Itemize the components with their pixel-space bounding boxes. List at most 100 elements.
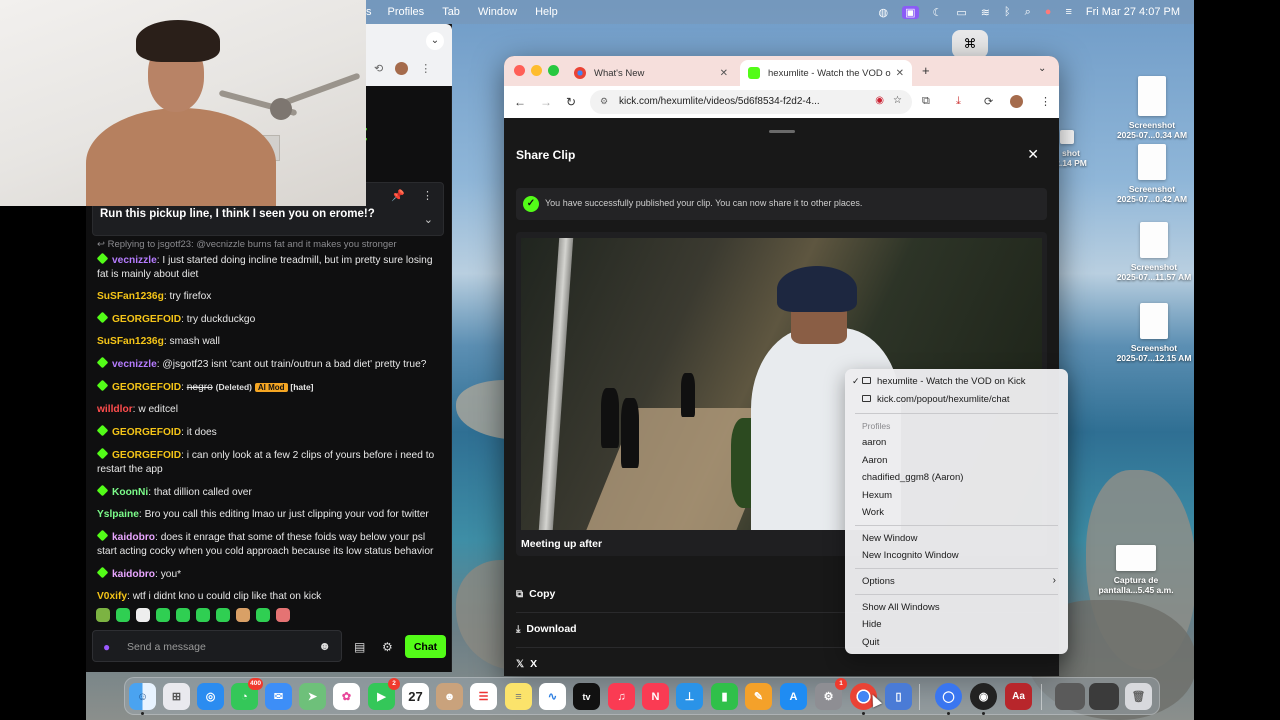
chat-message[interactable]: vecnizzle: I just started doing incline … [96, 252, 442, 282]
desktop-file[interactable]: Captura de pantalla...5.45 a.m. [1096, 545, 1176, 595]
menu-profile-item[interactable]: aaron [862, 437, 886, 448]
chat-username[interactable]: GEORGEFOID [112, 450, 181, 461]
tab-dropdown-icon[interactable]: ⌄ [426, 32, 444, 50]
trash-icon[interactable]: 🗑 [1125, 683, 1152, 710]
drag-handle[interactable] [769, 130, 795, 133]
menu-new-window[interactable]: New Window [862, 533, 917, 544]
tab-whats-new[interactable]: What's New ✕ [566, 60, 736, 86]
menu-options[interactable]: Options [862, 576, 895, 587]
chat-message[interactable]: GEORGEFOID: negro (Deleted) AI Mod [hate… [96, 379, 442, 395]
desktop-file[interactable]: Screenshot 2025-07...12.15 AM [1114, 303, 1194, 363]
extension-icon[interactable]: ⟲ [374, 62, 383, 75]
bluetooth-icon[interactable]: ᛒ [1004, 6, 1011, 18]
menu-profile-item[interactable]: Hexum [862, 490, 892, 501]
close-tab-icon[interactable]: ✕ [720, 68, 728, 79]
emote-icon[interactable] [156, 608, 170, 622]
mic-icon[interactable]: ● [103, 640, 110, 654]
menu-quit[interactable]: Quit [862, 637, 879, 648]
copy-button[interactable]: ⧉ Copy [516, 588, 555, 600]
desktop-file[interactable]: Screenshot 2025-07...0.42 AM [1112, 144, 1192, 204]
chat-username[interactable]: willdlor [97, 404, 133, 415]
menu-window-item[interactable]: kick.com/popout/hexumlite/chat [862, 394, 1010, 405]
contacts-icon[interactable]: ☻ [436, 683, 463, 710]
menu-item-help[interactable]: Help [535, 6, 558, 18]
extensions-icon[interactable]: ⧉ [922, 95, 930, 108]
lens-icon[interactable]: ◉ [875, 95, 884, 106]
menu-profile-item[interactable]: chadified_ggm8 (Aaron) [862, 472, 963, 483]
chat-message[interactable]: SuSFan1236g: smash wall [97, 335, 442, 349]
keynote-icon[interactable]: ⊥ [676, 683, 703, 710]
chat-message[interactable]: GEORGEFOID: i can only look at a few 2 c… [96, 447, 442, 477]
calendar-icon[interactable]: 27 [402, 683, 429, 710]
menu-item-app[interactable]: s [366, 6, 372, 18]
news-icon[interactable]: N [642, 683, 669, 710]
emote-icon[interactable] [96, 608, 110, 622]
chat-username[interactable]: KoonNi [112, 487, 148, 498]
maps-icon[interactable]: ➤ [299, 683, 326, 710]
chat-message[interactable]: Yslpaine: Bro you call this editing lmao… [97, 508, 442, 522]
signal-icon[interactable]: ◯ [935, 683, 962, 710]
chat-send-button[interactable]: Chat [405, 635, 446, 658]
menu-show-all-windows[interactable]: Show All Windows [862, 602, 940, 613]
emote-icon[interactable] [136, 608, 150, 622]
zoom-window-button[interactable] [548, 65, 559, 76]
reminders-icon[interactable]: ☰ [470, 683, 497, 710]
chat-username[interactable]: kaidobro [112, 569, 155, 580]
app-store-icon[interactable]: A [780, 683, 807, 710]
back-icon[interactable]: ← [514, 95, 526, 109]
site-settings-icon[interactable]: ⚙ [600, 96, 608, 107]
messages-icon[interactable]: ◔ 400 [231, 678, 263, 710]
bookmark-star-icon[interactable]: ☆ [893, 95, 902, 106]
emote-icon[interactable] [176, 608, 190, 622]
pin-icon[interactable]: 📌 [391, 189, 405, 202]
gear-icon[interactable]: ⚙ [382, 640, 393, 654]
facetime-icon[interactable]: ▶ 2 [368, 678, 400, 710]
menu-item-tab[interactable]: Tab [442, 6, 460, 18]
profile-avatar[interactable] [395, 62, 409, 75]
focus-moon-icon[interactable]: ☾ [933, 6, 943, 19]
launchpad-icon[interactable]: ⊞ [163, 683, 190, 710]
numbers-icon[interactable]: ▮ [711, 683, 738, 710]
user-avatar-icon[interactable]: ● [1045, 6, 1052, 18]
chat-message[interactable]: KoonNi: that dillion called over [96, 484, 442, 500]
chat-username[interactable]: vecnizzle [112, 255, 157, 266]
chat-username[interactable]: GEORGEFOID [112, 314, 181, 325]
control-center-icon[interactable]: ≡ [1065, 6, 1071, 18]
download-button[interactable]: ⤓ Download [516, 623, 577, 635]
menu-new-incognito-window[interactable]: New Incognito Window [862, 550, 959, 561]
chat-message[interactable]: V0xify: wtf i didnt kno u could clip lik… [97, 590, 442, 604]
notes-icon[interactable]: ≡ [505, 683, 532, 710]
emote-icon[interactable] [236, 608, 250, 622]
mail-icon[interactable]: ✉ [265, 683, 292, 710]
desktop-file[interactable]: Screenshot 2025-07...11.57 AM [1114, 222, 1194, 282]
chat-username[interactable]: SuSFan1236g [97, 291, 164, 302]
wifi-icon[interactable]: ≋ [981, 6, 990, 19]
chat-username[interactable]: Yslpaine [97, 509, 139, 520]
chat-username[interactable]: vecnizzle [112, 359, 157, 370]
finder-icon[interactable]: ☺ [129, 683, 156, 710]
capcut-app-icon[interactable]: ⌘ [952, 30, 988, 58]
chat-message[interactable]: GEORGEFOID: it does [96, 424, 442, 440]
reload-icon[interactable]: ↻ [566, 95, 576, 109]
pages-icon[interactable]: ✎ [745, 683, 772, 710]
chat-message[interactable]: willdlor: w editcel [97, 403, 442, 417]
menu-profile-item[interactable]: Aaron [862, 455, 887, 466]
chat-message[interactable]: kaidobro: does it enrage that some of th… [96, 529, 442, 559]
chat-username[interactable]: GEORGEFOID [112, 382, 181, 393]
menu-window-item[interactable]: hexumlite - Watch the VOD on Kick [862, 376, 1026, 387]
chat-message[interactable]: vecnizzle: @jsgotf23 isnt 'cant out trai… [96, 356, 442, 372]
menu-item-window[interactable]: Window [478, 6, 517, 18]
new-tab-icon[interactable]: + [922, 63, 930, 78]
download-icon[interactable]: ⤓ [956, 95, 961, 108]
chat-message[interactable]: SuSFan1236g: try firefox [97, 290, 442, 304]
battery-icon[interactable]: ▭ [956, 6, 966, 19]
address-bar[interactable]: ⚙ kick.com/hexumlite/videos/5d6f8534-f2d… [590, 90, 912, 114]
close-icon[interactable]: ✕ [1027, 146, 1039, 163]
simulator-icon[interactable]: ▯ [885, 683, 912, 710]
music-icon[interactable]: ♫ [608, 683, 635, 710]
recent-folder-icon[interactable] [1055, 683, 1085, 710]
share-x-button[interactable]: 𝕏X [516, 658, 537, 670]
chat-username[interactable]: GEORGEFOID [112, 427, 181, 438]
tab-hexumlite[interactable]: hexumlite - Watch the VOD o ✕ [740, 60, 912, 86]
menu-hide[interactable]: Hide [862, 619, 882, 630]
